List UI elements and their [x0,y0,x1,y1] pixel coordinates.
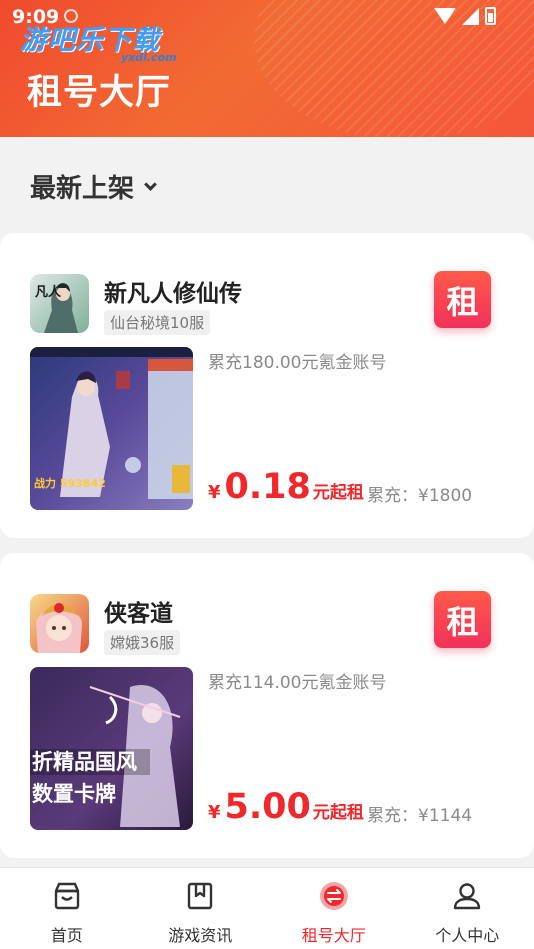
rent-button[interactable]: 租 [434,271,491,328]
user-icon [454,883,481,910]
sort-filter-dropdown[interactable]: 最新上架 [30,168,157,205]
game-icon-logo: 凡人 [35,284,62,300]
page-title: 租号大厅 [27,73,172,113]
battery-icon [485,7,496,25]
signal-icon [462,7,479,25]
promo-text: 折精品国风 [32,750,137,774]
tab-rental-hall[interactable]: 租号大厅 [267,868,401,949]
tab-label: 租号大厅 [301,926,366,945]
listing-card[interactable]: 凡人 新凡人修仙传 仙台秘境10服 租 战力 593842 累充180.00元氪… [0,233,534,538]
currency-symbol: ¥ [208,482,221,503]
game-name: 新凡人修仙传 [104,281,242,307]
rent-price: ¥ 5.00 元起租 [208,787,364,827]
status-icons [434,7,496,25]
watermark-url: yxdl.com [121,51,177,64]
book-icon [188,882,213,910]
price-value: 5.00 [224,787,311,827]
price-unit: 元起租 [312,483,364,503]
chevron-down-icon [144,177,157,191]
tab-home[interactable]: 首页 [0,868,134,949]
game-screenshot: 折精品国风 数置卡牌 [30,667,193,830]
listing-card[interactable]: 侠客道 嫦娥36服 租 折精品国风 数置卡牌 累充114.00元氪金账号 ¥ 5… [0,553,534,858]
sort-filter-label: 最新上架 [30,174,135,204]
promo-text-2: 数置卡牌 [32,782,116,806]
total-recharge: 累充：¥1144 [367,806,473,826]
currency-symbol: ¥ [208,802,221,823]
exchange-icon [319,882,348,910]
wifi-icon [434,8,456,24]
tab-news[interactable]: 游戏资讯 [134,868,268,949]
account-description: 累充114.00元氪金账号 [208,673,387,693]
game-icon: 凡人 [30,274,89,333]
store-icon [54,882,79,910]
rent-button[interactable]: 租 [434,591,491,648]
tab-label: 首页 [50,926,83,945]
game-icon [30,594,89,653]
tab-label: 个人中心 [435,926,500,945]
server-tag: 仙台秘境10服 [104,310,211,335]
rent-price: ¥ 0.18 元起租 [208,467,364,507]
price-unit: 元起租 [312,803,364,823]
game-name: 侠客道 [104,601,173,627]
total-recharge: 累充：¥1800 [367,486,473,506]
account-description: 累充180.00元氪金账号 [208,353,387,373]
tab-label: 游戏资讯 [168,926,233,945]
server-tag: 嫦娥36服 [104,630,181,655]
game-screenshot: 战力 593842 [30,347,193,510]
app-header: 9:09 游吧乐下载 yxdl.com 租号大厅 [0,0,534,137]
price-value: 0.18 [224,467,311,507]
tab-profile[interactable]: 个人中心 [401,868,534,949]
bottom-tab-bar: 首页 游戏资讯 租号大厅 个人中心 [0,867,534,949]
power-value: 战力 593842 [34,476,106,490]
